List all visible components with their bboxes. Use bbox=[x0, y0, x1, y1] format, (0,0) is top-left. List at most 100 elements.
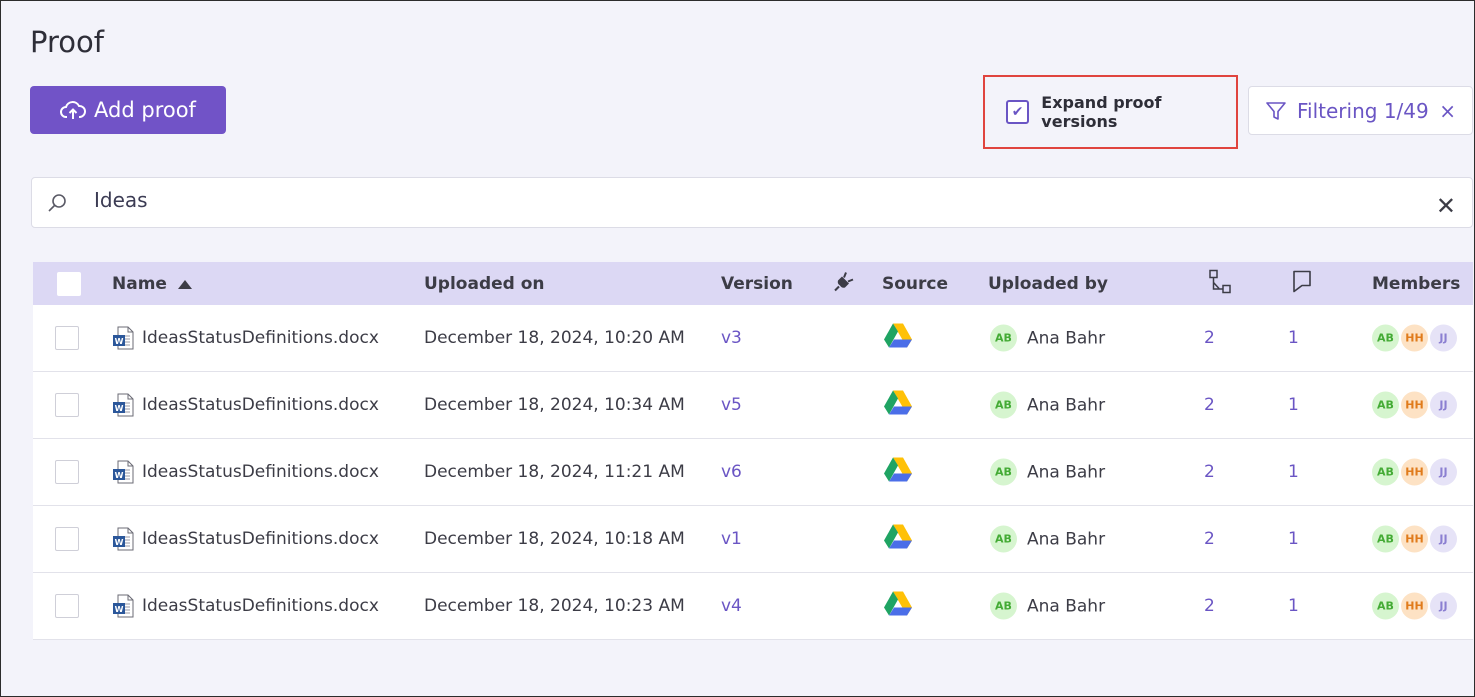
column-plugin-header[interactable] bbox=[833, 270, 855, 297]
column-name-header[interactable]: Name bbox=[112, 274, 193, 294]
row-checkbox[interactable] bbox=[55, 527, 79, 551]
uploaded-on: December 18, 2024, 11:21 AM bbox=[424, 462, 685, 482]
table-row[interactable]: W IdeasStatusDefinitions.docx December 1… bbox=[33, 372, 1473, 439]
version-link[interactable]: v5 bbox=[721, 395, 742, 415]
file-name: IdeasStatusDefinitions.docx bbox=[142, 328, 379, 348]
column-members-header[interactable]: Members bbox=[1372, 274, 1460, 294]
member-avatar: HH bbox=[1401, 525, 1428, 553]
word-document-icon: W bbox=[113, 326, 134, 350]
uploaded-on: December 18, 2024, 10:23 AM bbox=[424, 596, 685, 616]
version-link[interactable]: v6 bbox=[721, 462, 742, 482]
member-avatar: AB bbox=[1372, 525, 1399, 553]
table-row[interactable]: W IdeasStatusDefinitions.docx December 1… bbox=[33, 506, 1473, 573]
expand-versions-toggle[interactable]: ✔ Expand proof versions bbox=[983, 75, 1238, 149]
workflow-count[interactable]: 2 bbox=[1204, 462, 1215, 482]
member-avatar: HH bbox=[1401, 391, 1428, 419]
filter-label: Filtering 1/49 bbox=[1297, 98, 1429, 123]
word-document-icon: W bbox=[113, 527, 134, 551]
column-uploaded-by-header[interactable]: Uploaded by bbox=[988, 274, 1108, 294]
table-row[interactable]: W IdeasStatusDefinitions.docx December 1… bbox=[33, 573, 1473, 640]
workflow-count[interactable]: 2 bbox=[1204, 529, 1215, 549]
member-avatar: JJ bbox=[1430, 458, 1457, 486]
member-avatar: AB bbox=[1372, 324, 1399, 352]
word-document-icon: W bbox=[113, 393, 134, 417]
members-cell[interactable]: AB HH JJ bbox=[1372, 592, 1457, 620]
filter-icon bbox=[1266, 101, 1286, 120]
workflow-count[interactable]: 2 bbox=[1204, 395, 1215, 415]
file-name-cell[interactable]: W IdeasStatusDefinitions.docx bbox=[112, 527, 379, 551]
file-name-cell[interactable]: W IdeasStatusDefinitions.docx bbox=[112, 594, 379, 618]
member-avatar: JJ bbox=[1430, 592, 1457, 620]
uploader-avatar: AB bbox=[990, 525, 1017, 553]
uploaded-on: December 18, 2024, 10:34 AM bbox=[424, 395, 685, 415]
version-link[interactable]: v4 bbox=[721, 596, 742, 616]
search-icon bbox=[48, 194, 66, 212]
uploader-name: Ana Bahr bbox=[1027, 596, 1106, 616]
word-document-icon: W bbox=[113, 460, 134, 484]
select-all-checkbox[interactable] bbox=[57, 271, 81, 296]
comments-count[interactable]: 1 bbox=[1288, 462, 1299, 482]
uploader-name: Ana Bahr bbox=[1027, 328, 1106, 348]
uploader-avatar: AB bbox=[990, 391, 1017, 419]
expand-versions-checkbox[interactable]: ✔ bbox=[1006, 100, 1030, 124]
cloud-upload-icon bbox=[60, 101, 87, 119]
column-version-header[interactable]: Version bbox=[721, 274, 793, 294]
search-bar: ✕ bbox=[31, 177, 1473, 228]
file-name-cell[interactable]: W IdeasStatusDefinitions.docx bbox=[112, 460, 379, 484]
version-link[interactable]: v1 bbox=[721, 529, 742, 549]
members-cell[interactable]: AB HH JJ bbox=[1372, 525, 1457, 553]
add-proof-label: Add proof bbox=[94, 98, 196, 122]
file-name: IdeasStatusDefinitions.docx bbox=[142, 529, 379, 549]
google-drive-icon bbox=[883, 457, 913, 488]
column-uploaded-on-header[interactable]: Uploaded on bbox=[424, 274, 545, 294]
search-input[interactable] bbox=[94, 188, 1394, 212]
uploader-name: Ana Bahr bbox=[1027, 529, 1106, 549]
svg-text:W: W bbox=[115, 337, 124, 346]
row-checkbox[interactable] bbox=[55, 594, 79, 618]
svg-text:W: W bbox=[115, 471, 124, 480]
row-checkbox[interactable] bbox=[55, 393, 79, 417]
column-comments-header[interactable] bbox=[1291, 269, 1313, 298]
uploaded-on: December 18, 2024, 10:18 AM bbox=[424, 529, 685, 549]
column-source-header[interactable]: Source bbox=[882, 274, 948, 294]
filter-button[interactable]: Filtering 1/49 × bbox=[1248, 86, 1473, 135]
table-row[interactable]: W IdeasStatusDefinitions.docx December 1… bbox=[33, 305, 1473, 372]
add-proof-button[interactable]: Add proof bbox=[30, 86, 226, 134]
version-link[interactable]: v3 bbox=[721, 328, 742, 348]
expand-versions-label: Expand proof versions bbox=[1041, 93, 1162, 131]
comments-count[interactable]: 1 bbox=[1288, 395, 1299, 415]
workflow-icon bbox=[1209, 269, 1231, 293]
table-body: W IdeasStatusDefinitions.docx December 1… bbox=[33, 305, 1473, 640]
file-name-cell[interactable]: W IdeasStatusDefinitions.docx bbox=[112, 326, 379, 350]
uploaded-on: December 18, 2024, 10:20 AM bbox=[424, 328, 685, 348]
sort-ascending-icon bbox=[177, 279, 192, 289]
clear-search-icon[interactable]: ✕ bbox=[1436, 192, 1456, 220]
uploader-cell: AB Ana Bahr bbox=[990, 391, 1105, 419]
member-avatar: HH bbox=[1401, 592, 1428, 620]
members-cell[interactable]: AB HH JJ bbox=[1372, 324, 1457, 352]
svg-text:W: W bbox=[115, 605, 124, 614]
member-avatar: JJ bbox=[1430, 525, 1457, 553]
column-workflow-header[interactable] bbox=[1207, 268, 1233, 299]
comments-count[interactable]: 1 bbox=[1288, 596, 1299, 616]
uploader-cell: AB Ana Bahr bbox=[990, 458, 1105, 486]
google-drive-icon bbox=[883, 524, 913, 555]
comments-count[interactable]: 1 bbox=[1288, 529, 1299, 549]
workflow-count[interactable]: 2 bbox=[1204, 596, 1215, 616]
table-row[interactable]: W IdeasStatusDefinitions.docx December 1… bbox=[33, 439, 1473, 506]
members-cell[interactable]: AB HH JJ bbox=[1372, 391, 1457, 419]
proof-table: Name Uploaded on Version Source Uploaded… bbox=[33, 262, 1473, 640]
clear-filter-icon[interactable]: × bbox=[1439, 99, 1456, 123]
google-drive-icon bbox=[883, 390, 913, 421]
uploader-avatar: AB bbox=[990, 592, 1017, 620]
members-cell[interactable]: AB HH JJ bbox=[1372, 458, 1457, 486]
file-name: IdeasStatusDefinitions.docx bbox=[142, 462, 379, 482]
workflow-count[interactable]: 2 bbox=[1204, 328, 1215, 348]
file-name-cell[interactable]: W IdeasStatusDefinitions.docx bbox=[112, 393, 379, 417]
member-avatar: HH bbox=[1401, 324, 1428, 352]
row-checkbox[interactable] bbox=[55, 460, 79, 484]
member-avatar: HH bbox=[1401, 458, 1428, 486]
file-name: IdeasStatusDefinitions.docx bbox=[142, 596, 379, 616]
comments-count[interactable]: 1 bbox=[1288, 328, 1299, 348]
row-checkbox[interactable] bbox=[55, 326, 79, 350]
